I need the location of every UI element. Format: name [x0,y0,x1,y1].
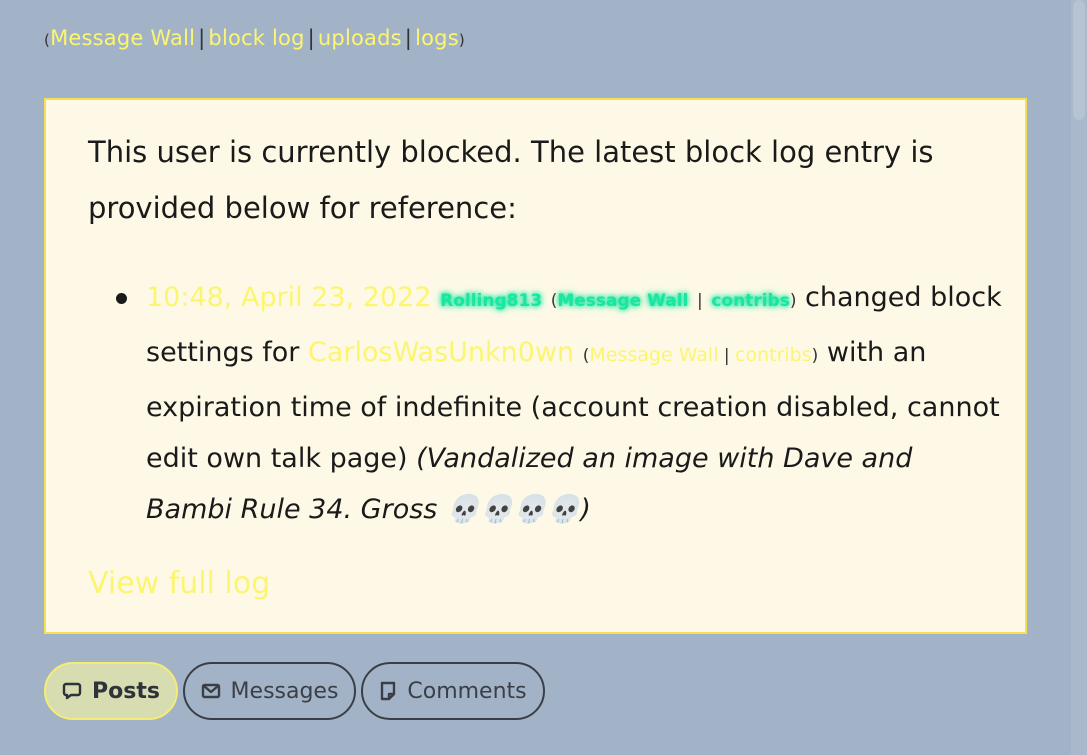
separator: | [198,26,206,50]
block-log-link[interactable]: block log [208,26,304,50]
block-notice-intro: This user is currently blocked. The late… [88,135,934,225]
tab-posts-label: Posts [92,678,160,704]
envelope-icon [201,683,220,699]
tab-messages-label: Messages [230,678,339,704]
target-message-wall-link[interactable]: Message Wall [589,344,718,366]
message-wall-link[interactable]: Message Wall [50,26,195,50]
separator: | [307,26,315,50]
target-links-close-paren: ) [811,346,819,366]
target-contribs-link[interactable]: contribs [735,344,812,366]
separator: | [404,26,413,50]
view-full-log-link[interactable]: View full log [88,566,270,601]
user-tool-links: (Message Wall | block log | uploads | logs) [44,26,465,50]
target-links-separator: | [718,346,736,366]
list-bullet [116,293,127,304]
speech-bubble-icon [62,682,82,700]
close-paren: ) [458,31,465,49]
admin-links-close-paren: ) [789,291,797,311]
admin-message-wall-link[interactable]: Message Wall [557,291,688,311]
admin-links-separator: | [697,291,703,311]
note-icon [381,681,396,701]
tab-posts[interactable]: Posts [44,662,178,720]
block-log-entry: 10:48, April 23, 2022 Rolling813 (Messag… [146,272,1006,535]
block-notice: This user is currently blocked. The late… [44,98,1027,634]
logs-link[interactable]: logs [415,26,459,50]
tab-messages[interactable]: Messages [183,662,356,720]
entry-timestamp-link[interactable]: 10:48, April 23, 2022 [146,282,432,313]
admin-user-link[interactable]: Rolling813 [440,291,542,311]
scrollbar-thumb[interactable] [1073,0,1085,120]
tab-comments[interactable]: Comments [361,662,545,720]
target-user-link[interactable]: CarlosWasUnkn0wn [308,337,574,368]
admin-contribs-link[interactable]: contribs [711,291,789,311]
tab-comments-label: Comments [407,678,527,704]
uploads-link[interactable]: uploads [318,26,402,50]
